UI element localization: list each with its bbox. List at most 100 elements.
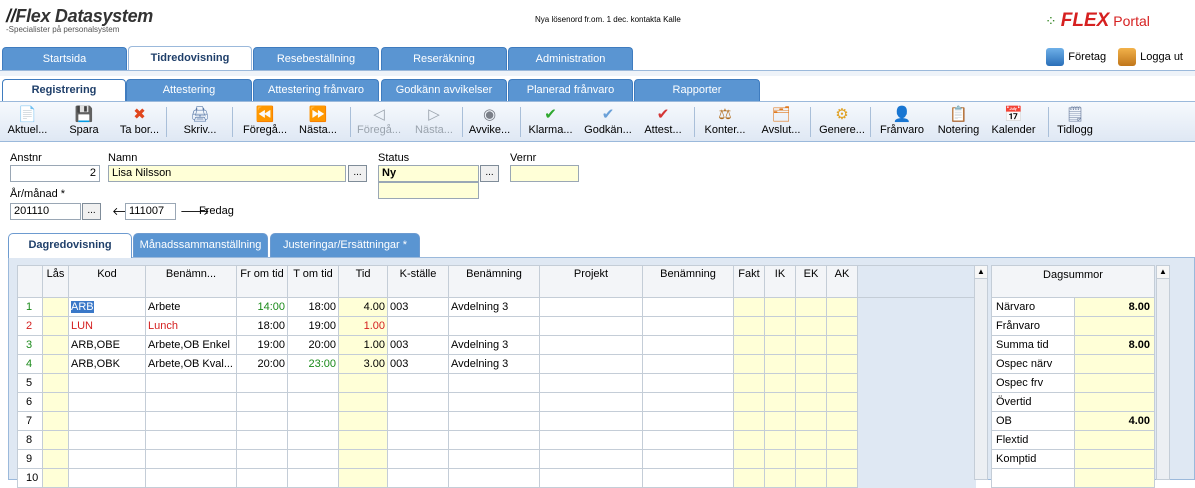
scroll-up-icon[interactable]: ▲ <box>975 266 987 279</box>
grid-cell[interactable] <box>733 449 765 469</box>
grid-cell[interactable]: Arbete,OB Enkel <box>145 335 237 355</box>
anstnr-field[interactable]: 2 <box>10 165 100 182</box>
column-header[interactable]: Fakt <box>733 265 765 298</box>
sub-tab-godkänn-avvikelser[interactable]: Godkänn avvikelser <box>381 79 507 101</box>
grid-cell[interactable] <box>145 449 237 469</box>
column-header[interactable] <box>17 265 43 298</box>
grid-cell[interactable] <box>764 468 796 488</box>
main-tab-tidredovisning[interactable]: Tidredovisning <box>128 46 252 72</box>
grid-cell[interactable] <box>857 354 976 374</box>
grid-cell[interactable] <box>733 316 765 336</box>
sub-tab-rapporter[interactable]: Rapporter <box>634 79 760 101</box>
note-button[interactable]: 📋 Notering <box>935 105 982 141</box>
grid-cell[interactable] <box>145 411 237 431</box>
grid-cell[interactable] <box>68 373 146 393</box>
grid-cell[interactable] <box>795 373 827 393</box>
close-period-button[interactable]: 🗂 Avslut... <box>758 105 804 141</box>
status-field[interactable]: Ny <box>378 165 479 182</box>
grid-cell[interactable] <box>42 316 69 336</box>
grid-cell[interactable] <box>387 411 449 431</box>
table-row[interactable]: 7 <box>17 411 976 431</box>
grid-cell[interactable] <box>448 316 540 336</box>
grid-cell[interactable] <box>642 449 734 469</box>
grid-cell[interactable] <box>733 430 765 450</box>
grid-cell[interactable] <box>42 411 69 431</box>
grid-cell[interactable]: Lunch <box>145 316 237 336</box>
grid-cell[interactable]: ARB,OBK <box>68 354 146 374</box>
grid-cell[interactable]: Avdelning 3 <box>448 297 540 317</box>
grid-cell[interactable]: 1.00 <box>338 316 388 336</box>
grid-cell[interactable]: Arbete,OB Kval... <box>145 354 237 374</box>
grid-cell[interactable] <box>539 411 643 431</box>
armanad-field[interactable]: 201110 <box>10 203 81 220</box>
grid-cell[interactable] <box>387 392 449 412</box>
sub-tab-planerad-frånvaro[interactable]: Planerad frånvaro <box>508 79 633 101</box>
grid-cell[interactable] <box>733 354 765 374</box>
grid-cell[interactable] <box>795 468 827 488</box>
grid-cell[interactable] <box>764 411 796 431</box>
column-header[interactable]: Tid <box>338 265 388 298</box>
grid-cell[interactable] <box>642 411 734 431</box>
table-row[interactable]: 8 <box>17 430 976 450</box>
column-header[interactable]: Kod <box>68 265 146 298</box>
grid-cell[interactable] <box>68 430 146 450</box>
column-header[interactable]: Fr om tid <box>236 265 288 298</box>
grid-cell[interactable] <box>387 373 449 393</box>
grid-cell[interactable] <box>236 468 288 488</box>
grid-cell[interactable] <box>68 449 146 469</box>
table-row[interactable]: 5 <box>17 373 976 393</box>
lower-tab-dagredovisning[interactable]: Dagredovisning <box>8 233 132 258</box>
grid-cell[interactable]: 3.00 <box>338 354 388 374</box>
grid-cell[interactable] <box>68 392 146 412</box>
grid-cell[interactable] <box>764 449 796 469</box>
table-row[interactable]: 6 <box>17 392 976 412</box>
grid-cell[interactable]: 20:00 <box>287 335 339 355</box>
grid-cell[interactable] <box>826 297 858 317</box>
date-field[interactable]: 111007 <box>125 203 176 220</box>
grid-cell[interactable] <box>642 297 734 317</box>
grid-cell[interactable] <box>338 411 388 431</box>
grid-cell[interactable] <box>338 373 388 393</box>
grid-cell[interactable] <box>733 335 765 355</box>
grid-cell[interactable] <box>42 335 69 355</box>
grid-cell[interactable] <box>795 354 827 374</box>
grid-cell[interactable] <box>287 392 339 412</box>
account-button[interactable]: ⚖ Konter... <box>700 105 750 141</box>
status-lookup-button[interactable]: ... <box>480 165 499 182</box>
grid-cell[interactable] <box>338 449 388 469</box>
column-header[interactable] <box>857 265 976 298</box>
table-row[interactable]: 4 ARB,OBK Arbete,OB Kval... 20:00 23:00 3.00 0… <box>17 354 976 374</box>
grid-cell[interactable] <box>642 316 734 336</box>
main-tab-resebeställning[interactable]: Resebeställning <box>253 47 379 71</box>
grid-cell[interactable] <box>795 297 827 317</box>
grid-cell[interactable]: Avdelning 3 <box>448 354 540 374</box>
grid-cell[interactable] <box>387 430 449 450</box>
column-header[interactable]: EK <box>795 265 827 298</box>
grid-cell[interactable] <box>539 392 643 412</box>
fast-forward-button[interactable]: ⏩ Nästa... <box>296 105 340 141</box>
grid-cell[interactable] <box>826 411 858 431</box>
grid-cell[interactable] <box>857 373 976 393</box>
logout-link[interactable]: Logga ut <box>1118 48 1183 66</box>
grid-cell[interactable] <box>642 468 734 488</box>
grid-cell[interactable] <box>338 392 388 412</box>
grid-cell[interactable]: 18:00 <box>236 316 288 336</box>
grid-cell[interactable] <box>287 468 339 488</box>
grid-cell[interactable] <box>42 430 69 450</box>
grid-cell[interactable] <box>448 449 540 469</box>
lower-tab-justeringar-ersättningar[interactable]: Justeringar/Ersättningar * <box>270 233 420 257</box>
grid-cell[interactable] <box>236 430 288 450</box>
grid-cell[interactable]: 14:00 <box>236 297 288 317</box>
grid-cell[interactable] <box>42 392 69 412</box>
checkmark-blue-button[interactable]: ✔ Godkän... <box>582 105 634 141</box>
grid-cell[interactable] <box>764 373 796 393</box>
grid-cell[interactable] <box>145 468 237 488</box>
grid-cell[interactable] <box>857 430 976 450</box>
grid-cell[interactable] <box>338 468 388 488</box>
grid-cell[interactable]: LUN <box>68 316 146 336</box>
grid-cell[interactable] <box>236 373 288 393</box>
grid-cell[interactable] <box>145 430 237 450</box>
vernr-field[interactable] <box>510 165 579 182</box>
column-header[interactable]: Benämning <box>448 265 540 298</box>
armanad-lookup-button[interactable]: ... <box>82 203 101 220</box>
